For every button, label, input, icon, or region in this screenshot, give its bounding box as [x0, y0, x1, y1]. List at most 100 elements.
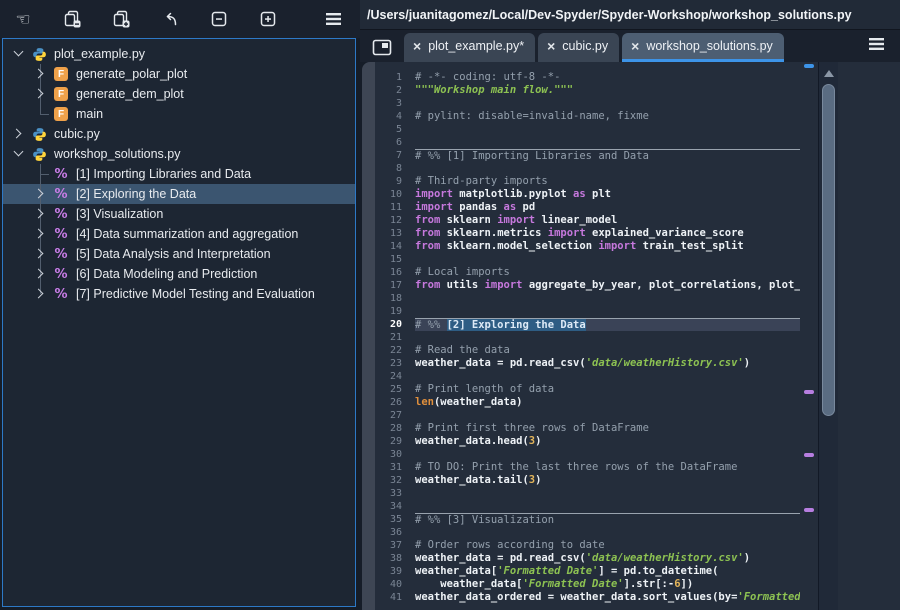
code-line-content: weather_data['Formatted Date'] = pd.to_d… [415, 565, 800, 578]
chevron-down-icon[interactable] [9, 144, 29, 164]
close-icon[interactable]: × [547, 40, 555, 52]
chevron-right-icon[interactable] [31, 184, 51, 204]
options-menu-button[interactable] [323, 9, 343, 29]
chevron-right-icon[interactable] [31, 264, 51, 284]
outline-item[interactable]: % [1] Importing Libraries and Data [3, 164, 355, 184]
tab-label: workshop_solutions.py [646, 39, 772, 53]
editor-options-button[interactable] [866, 34, 886, 54]
code-line-content: from sklearn.model_selection import trai… [415, 240, 800, 253]
outline-item[interactable]: cubic.py [3, 124, 355, 144]
chevron-right-icon[interactable] [31, 84, 51, 104]
line-number: 33 [375, 487, 415, 500]
code-line: 14from sklearn.model_selection import tr… [375, 240, 800, 253]
outline-item[interactable]: %[6] Data Modeling and Prediction [3, 264, 355, 284]
vertical-scrollbar[interactable] [818, 62, 838, 610]
chevron-right-icon[interactable] [31, 284, 51, 304]
outline-item[interactable]: Fmain [3, 104, 355, 124]
scrollbar-thumb[interactable] [822, 84, 835, 416]
chevron-right-icon[interactable] [31, 204, 51, 224]
code-line-content: weather_data_ordered = weather_data.sort… [415, 591, 800, 604]
code-line-content: # Print first three rows of DataFrame [415, 422, 800, 435]
code-line: 16# Local imports [375, 266, 800, 279]
code-line: 23weather_data = pd.read_csv('data/weath… [375, 357, 800, 370]
code-cell-icon: % [54, 207, 67, 222]
outline-item[interactable]: %[3] Visualization [3, 204, 355, 224]
scrollbar-up-arrow-icon[interactable] [824, 70, 834, 77]
tree-connector [31, 104, 51, 124]
code-line-content [415, 97, 800, 110]
expand-all-button[interactable] [111, 9, 131, 29]
outline-item-label: main [71, 107, 103, 121]
outline-item[interactable]: workshop_solutions.py [3, 144, 355, 164]
collapse-all-button[interactable] [62, 9, 82, 29]
line-number: 11 [375, 201, 415, 214]
collapse-section-button[interactable] [209, 9, 229, 29]
code-line-content [415, 331, 800, 344]
outline-item[interactable]: %[7] Predictive Model Testing and Evalua… [3, 284, 355, 304]
code-line: 31# TO DO: Print the last three rows of … [375, 461, 800, 474]
editor-tab[interactable]: × workshop_solutions.py [622, 33, 784, 62]
outline-item-label: workshop_solutions.py [49, 147, 180, 161]
code-line: 28# Print first three rows of DataFrame [375, 422, 800, 435]
editor-tab[interactable]: × cubic.py [538, 33, 619, 62]
code-line-content: # %% [2] Exploring the Data [415, 318, 800, 331]
code-line-content: """Workshop main flow.""" [415, 84, 800, 97]
close-icon[interactable]: × [413, 40, 421, 52]
scroll-flag [804, 508, 814, 512]
code-line: 26len(weather_data) [375, 396, 800, 409]
outline-item[interactable]: %[4] Data summarization and aggregation [3, 224, 355, 244]
line-number: 40 [375, 578, 415, 591]
chevron-right-icon[interactable] [31, 64, 51, 84]
code-line-content [415, 487, 800, 500]
editor-tab[interactable]: ×plot_example.py* [404, 33, 535, 62]
outline-item-label: generate_polar_plot [71, 67, 187, 81]
file-path: /Users/juanitagomez/Local/Dev-Spyder/Spy… [367, 8, 852, 22]
go-to-cursor-button[interactable] [160, 9, 180, 29]
line-number: 26 [375, 396, 415, 409]
follow-cursor-button[interactable]: ☜ [13, 9, 33, 29]
outline-item-label: [6] Data Modeling and Prediction [71, 267, 257, 281]
outline-item[interactable]: Fgenerate_dem_plot [3, 84, 355, 104]
code-line-content [415, 292, 800, 305]
outline-item[interactable]: %[5] Data Analysis and Interpretation [3, 244, 355, 264]
code-line-content [415, 305, 800, 318]
chevron-right-icon[interactable] [31, 244, 51, 264]
python-icon [32, 47, 47, 62]
expand-section-button[interactable] [258, 9, 278, 29]
code-line-content [415, 448, 800, 461]
code-line-content: weather_data['Formatted Date'].str[:-6]) [415, 578, 800, 591]
code-line-content [415, 253, 800, 266]
editor-panel: 1# -*- coding: utf-8 -*-2"""Workshop mai… [362, 62, 900, 610]
close-icon[interactable]: × [631, 40, 639, 52]
chevron-right-icon[interactable] [31, 224, 51, 244]
editor-left-margin [362, 62, 375, 610]
outline-item-label: cubic.py [49, 127, 100, 141]
line-number: 23 [375, 357, 415, 370]
code-line-content: import matplotlib.pyplot as plt [415, 188, 800, 201]
go-to-cursor-icon [161, 10, 179, 28]
outline-item[interactable]: %[2] Exploring the Data [3, 184, 355, 204]
code-line-content: weather_data = pd.read_csv('data/weather… [415, 357, 800, 370]
code-editor[interactable]: 1# -*- coding: utf-8 -*-2"""Workshop mai… [375, 62, 800, 610]
code-line-content: # Read the data [415, 344, 800, 357]
code-line: 34 [375, 500, 800, 513]
code-line: 30 [375, 448, 800, 461]
line-number: 41 [375, 591, 415, 604]
browse-tabs-button[interactable] [372, 37, 394, 57]
chevron-right-icon[interactable] [9, 124, 29, 144]
outline-item-label: [1] Importing Libraries and Data [71, 167, 251, 181]
line-number: 9 [375, 175, 415, 188]
code-line-content: # TO DO: Print the last three rows of th… [415, 461, 800, 474]
tab-label: cubic.py [562, 39, 608, 53]
code-cell-icon: % [54, 167, 67, 182]
browse-tabs-icon [372, 39, 392, 56]
line-number: 37 [375, 539, 415, 552]
outline-item-label: plot_example.py [49, 47, 145, 61]
outline-item[interactable]: Fgenerate_polar_plot [3, 64, 355, 84]
code-line: 13from sklearn.metrics import explained_… [375, 227, 800, 240]
chevron-down-icon[interactable] [9, 44, 29, 64]
line-number: 32 [375, 474, 415, 487]
code-line-content: # -*- coding: utf-8 -*- [415, 71, 800, 84]
code-line-content: # pylint: disable=invalid-name, fixme [415, 110, 800, 123]
outline-item[interactable]: plot_example.py [3, 44, 355, 64]
